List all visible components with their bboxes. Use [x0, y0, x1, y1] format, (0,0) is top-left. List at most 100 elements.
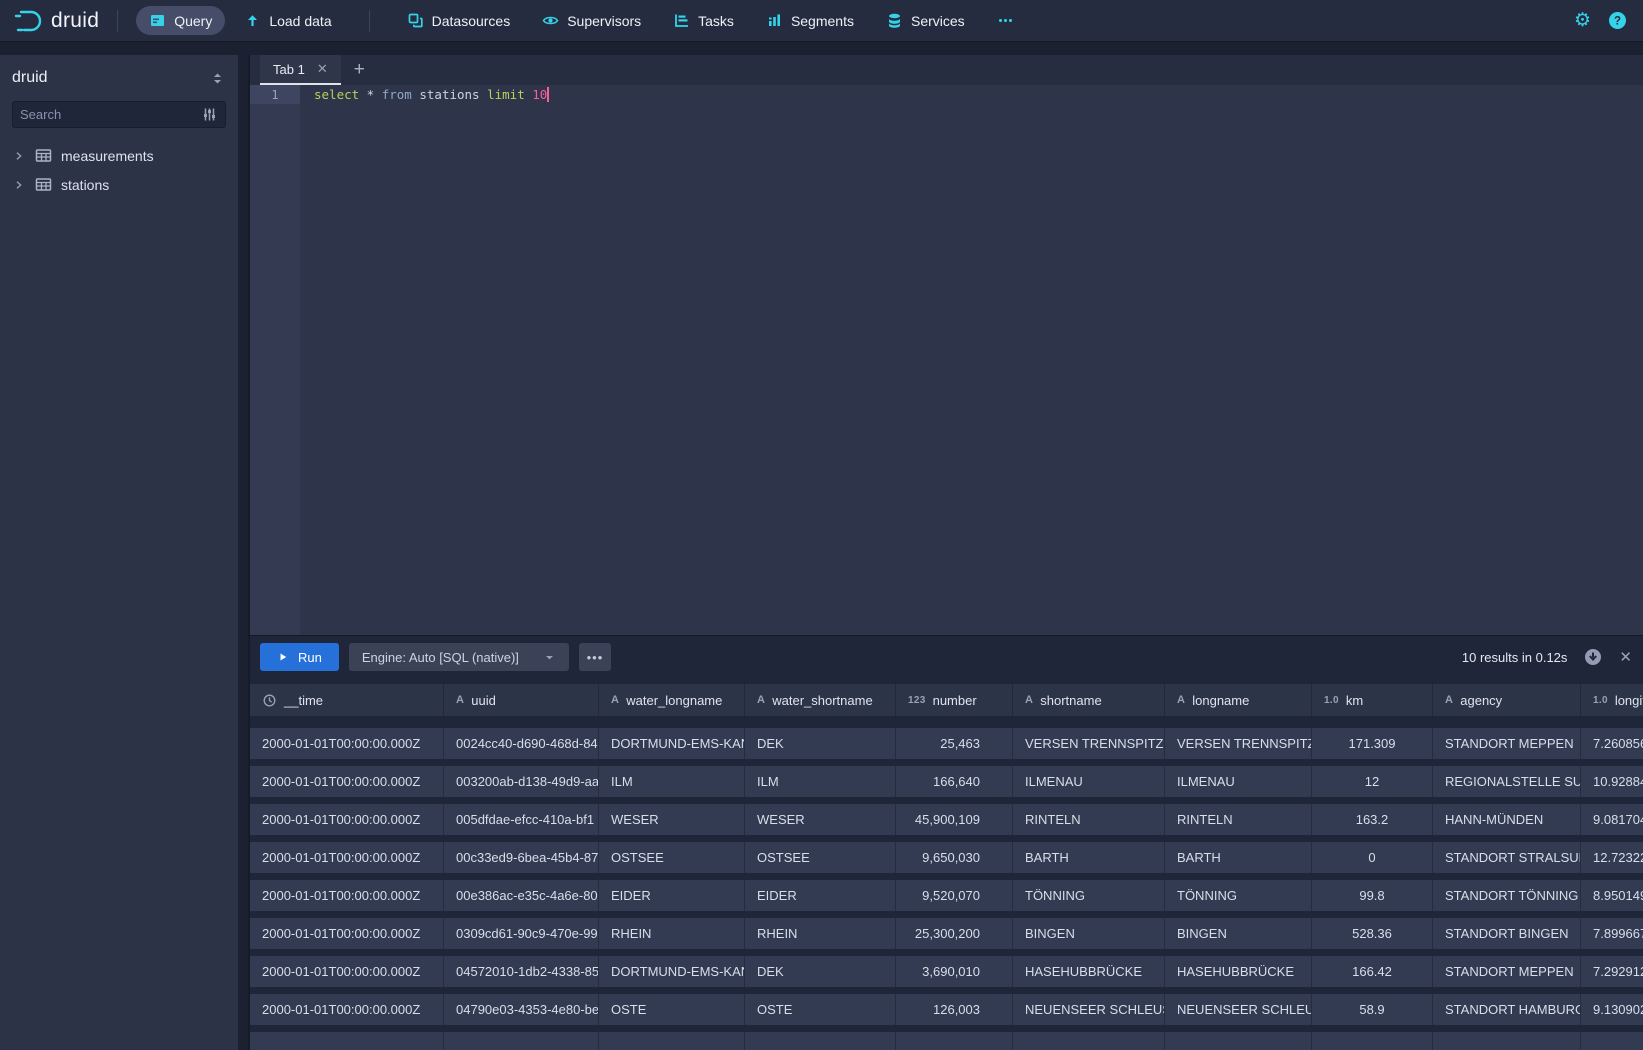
column-header-longitude[interactable]: 1.0longitude [1581, 684, 1643, 716]
table-cell-__time[interactable]: 2000-01-01T00:00:00.000Z [250, 804, 444, 835]
tab-tab1[interactable]: Tab 1 ✕ [260, 55, 341, 85]
table-cell-shortname[interactable]: VERSEN TRENNSPITZE [1013, 728, 1165, 759]
table-cell-longname[interactable]: BINGEN [1165, 918, 1312, 949]
table-cell-uuid[interactable]: 0309cd61-90c9-470e-99 [444, 918, 599, 949]
double-caret-vertical-icon[interactable] [209, 70, 226, 87]
table-cell-water_longname[interactable]: RHEIN [599, 918, 745, 949]
column-header-shortname[interactable]: Ashortname [1013, 684, 1165, 716]
table-cell-agency[interactable]: HANN-MÜNDEN [1433, 804, 1581, 835]
table-cell-number[interactable]: 25,463 [896, 728, 1013, 759]
engine-select[interactable]: Engine: Auto [SQL (native)] [349, 643, 569, 671]
table-cell-water_longname[interactable]: DORTMUND-EMS-KANAL [599, 956, 745, 987]
table-cell-uuid[interactable]: 005dfdae-efcc-410a-bf1 [444, 804, 599, 835]
table-cell-__time[interactable]: 2000-01-01T00:00:00.000Z [250, 728, 444, 759]
druid-logo[interactable]: druid [14, 8, 99, 34]
table-cell-water_shortname[interactable]: DEK [745, 728, 896, 759]
table-cell-longname[interactable]: HASEHUBBRÜCKE [1165, 956, 1312, 987]
table-cell-shortname[interactable]: TÖNNING [1013, 880, 1165, 911]
sql-code-line[interactable]: select * from stations limit 10 [314, 85, 549, 104]
table-cell-__time[interactable]: 2000-01-01T00:00:00.000Z [250, 880, 444, 911]
table-cell-number[interactable]: 3,690,010 [896, 956, 1013, 987]
table-cell-longitude[interactable]: 9.130902 [1581, 994, 1643, 1025]
table-cell-water_longname[interactable]: OSTE [599, 994, 745, 1025]
new-tab-button[interactable]: + [341, 55, 378, 85]
table-cell-shortname[interactable]: HASEHUBBRÜCKE [1013, 956, 1165, 987]
table-cell-longitude[interactable]: 8.950149 [1581, 880, 1643, 911]
nav-item-segments[interactable]: Segments [753, 6, 867, 35]
gear-icon[interactable]: ⚙ [1574, 11, 1591, 30]
table-cell-longitude[interactable]: 7.899667 [1581, 918, 1643, 949]
column-header-agency[interactable]: Aagency [1433, 684, 1581, 716]
table-cell-agency[interactable]: STANDORT HAMBURG [1433, 994, 1581, 1025]
nav-item-datasources[interactable]: Datasources [394, 6, 524, 35]
table-cell-water_shortname[interactable]: OSTSEE [745, 842, 896, 873]
table-cell-water_longname[interactable]: OSTSEE [599, 842, 745, 873]
table-cell-agency[interactable]: REGIONALSTELLE SUHL [1433, 766, 1581, 797]
table-cell-agency[interactable]: STANDORT MEPPEN [1433, 728, 1581, 759]
table-cell-longname[interactable]: VERSEN TRENNSPITZE [1165, 728, 1312, 759]
table-cell-number[interactable]: 9,650,030 [896, 842, 1013, 873]
column-header-water_shortname[interactable]: Awater_shortname [745, 684, 896, 716]
run-button[interactable]: Run [260, 643, 339, 671]
table-cell-uuid[interactable]: 00e386ac-e35c-4a6e-80 [444, 880, 599, 911]
column-header-uuid[interactable]: Auuid [444, 684, 599, 716]
column-header-km[interactable]: 1.0km [1312, 684, 1433, 716]
table-cell-uuid[interactable]: 00c33ed9-6bea-45b4-87 [444, 842, 599, 873]
table-cell-water_shortname[interactable]: ILM [745, 766, 896, 797]
table-cell-longitude[interactable]: 7.292912 [1581, 956, 1643, 987]
table-cell-number[interactable]: 25,300,200 [896, 918, 1013, 949]
table-cell-km[interactable]: 171.309 [1312, 728, 1433, 759]
table-cell-water_longname[interactable]: WESER [599, 804, 745, 835]
table-cell-uuid[interactable]: 0024cc40-d690-468d-84 [444, 728, 599, 759]
chevron-right-icon[interactable] [12, 149, 26, 163]
table-cell-longname[interactable]: BARTH [1165, 842, 1312, 873]
table-cell-uuid[interactable]: 04790e03-4353-4e80-be [444, 994, 599, 1025]
sql-editor[interactable]: 1 select * from stations limit 10 [250, 85, 1643, 635]
nav-item-query[interactable]: Query [136, 6, 225, 35]
table-cell-km[interactable]: 99.8 [1312, 880, 1433, 911]
table-cell-km[interactable]: 0 [1312, 842, 1433, 873]
table-cell-shortname[interactable]: BINGEN [1013, 918, 1165, 949]
table-cell-water_shortname[interactable]: WESER [745, 804, 896, 835]
table-cell-km[interactable]: 12 [1312, 766, 1433, 797]
table-cell-shortname[interactable]: RINTELN [1013, 804, 1165, 835]
sidebar-table-stations[interactable]: stations [12, 170, 226, 199]
chevron-right-icon[interactable] [12, 178, 26, 192]
table-cell-km[interactable]: 58.9 [1312, 994, 1433, 1025]
table-cell-__time[interactable]: 2000-01-01T00:00:00.000Z [250, 842, 444, 873]
download-icon[interactable] [1584, 648, 1602, 666]
table-cell-water_shortname[interactable]: RHEIN [745, 918, 896, 949]
table-cell-water_shortname[interactable]: DEK [745, 956, 896, 987]
table-cell-number[interactable]: 166,640 [896, 766, 1013, 797]
nav-item-load-data[interactable]: Load data [231, 6, 344, 35]
table-cell-km[interactable]: 528.36 [1312, 918, 1433, 949]
table-cell-water_longname[interactable]: DORTMUND-EMS-KANAL [599, 728, 745, 759]
table-cell-longname[interactable]: RINTELN [1165, 804, 1312, 835]
table-cell-__time[interactable]: 2000-01-01T00:00:00.000Z [250, 956, 444, 987]
table-cell-shortname[interactable]: ILMENAU [1013, 766, 1165, 797]
table-cell-water_longname[interactable]: ILM [599, 766, 745, 797]
table-cell-uuid[interactable]: 003200ab-d138-49d9-aa [444, 766, 599, 797]
table-cell-shortname[interactable]: NEUENSEER SCHLEUSEN [1013, 994, 1165, 1025]
table-cell-number[interactable]: 126,003 [896, 994, 1013, 1025]
table-cell-__time[interactable]: 2000-01-01T00:00:00.000Z [250, 994, 444, 1025]
table-cell-longitude[interactable]: 12.723226 [1581, 842, 1643, 873]
table-cell-longitude[interactable]: 10.928842 [1581, 766, 1643, 797]
table-cell-water_shortname[interactable]: OSTE [745, 994, 896, 1025]
table-cell-number[interactable]: 9,520,070 [896, 880, 1013, 911]
column-header-longname[interactable]: Alongname [1165, 684, 1312, 716]
close-results-icon[interactable]: ✕ [1619, 648, 1632, 666]
column-header-water_longname[interactable]: Awater_longname [599, 684, 745, 716]
table-cell-water_shortname[interactable]: EIDER [745, 880, 896, 911]
column-header-__time[interactable]: __time [250, 684, 444, 716]
nav-item-supervisors[interactable]: Supervisors [529, 6, 654, 35]
tab-close-icon[interactable]: ✕ [317, 61, 328, 77]
search-input[interactable] [20, 107, 201, 122]
table-cell-number[interactable]: 45,900,109 [896, 804, 1013, 835]
nav-item-services[interactable]: Services [873, 6, 978, 35]
table-cell-longitude[interactable]: 9.081704 [1581, 804, 1643, 835]
table-cell-agency[interactable]: STANDORT BINGEN [1433, 918, 1581, 949]
nav-item-more[interactable] [984, 6, 1027, 35]
column-header-number[interactable]: 123number [896, 684, 1013, 716]
table-cell-longname[interactable]: NEUENSEER SCHLEUSEN [1165, 994, 1312, 1025]
